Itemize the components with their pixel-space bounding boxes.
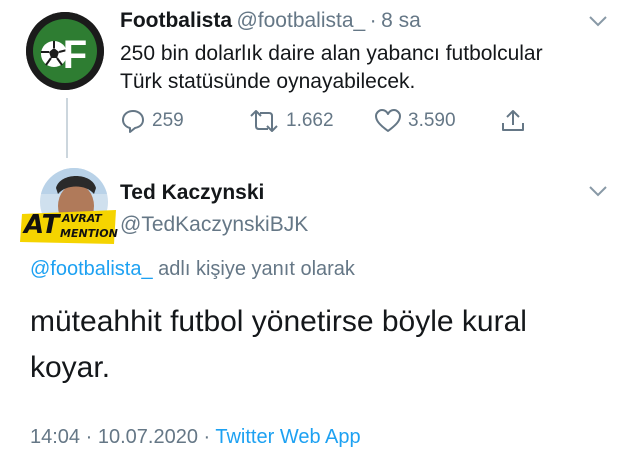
tweet2-time[interactable]: 14:04 <box>30 426 80 448</box>
footbalista-logo: F <box>26 12 104 90</box>
tweet1-author-handle[interactable]: @footbalista_ <box>236 9 365 32</box>
meta-sep-2: · <box>197 426 216 448</box>
tweet1-author-name[interactable]: Footbalista <box>120 9 232 32</box>
tweet1-text: 250 bin dolarlık daire alan yabancı futb… <box>120 40 615 96</box>
meta-sep-1: · <box>80 426 98 448</box>
reply-context: @footbalista_ adlı kişiye yanıt olarak <box>30 258 355 281</box>
tweet2-date[interactable]: 10.07.2020 <box>98 426 198 448</box>
tweet1-time-sep: · <box>369 9 377 32</box>
reply-icon <box>122 110 144 133</box>
tweet1-actions: 259 1.662 3.590 <box>120 108 540 138</box>
ted-kaczynski-avatar[interactable]: AT AVRAT MENTION <box>20 166 118 252</box>
share-icon <box>502 110 524 131</box>
thread-connector-line <box>66 98 68 158</box>
share-button[interactable] <box>500 108 532 134</box>
retweet-button[interactable]: 1.662 <box>248 108 334 134</box>
chevron-down-icon <box>589 186 607 197</box>
reply-count: 259 <box>152 110 184 131</box>
like-button[interactable]: 3.590 <box>374 108 456 134</box>
tweet1-text-line2: Türk statüsünde oynayabilecek. <box>120 70 416 93</box>
tweet2-menu-button[interactable] <box>588 184 608 203</box>
reply-button[interactable]: 259 <box>120 108 184 134</box>
tweet2-text-line1: müteahhit futbol yönetirse böyle kural <box>30 305 527 338</box>
tweet2-author-handle[interactable]: @TedKaczynskiBJK <box>120 213 308 237</box>
tweet1-menu-button[interactable] <box>588 14 608 33</box>
tweet2-text-line2: koyar. <box>30 351 111 384</box>
tweet2-text: müteahhit futbol yönetirse böyle kural k… <box>30 299 605 391</box>
like-count: 3.590 <box>408 110 456 131</box>
retweet-icon <box>250 110 278 132</box>
at-avrat-mention-badge: AT AVRAT MENTION <box>20 210 118 244</box>
chevron-down-icon <box>589 16 607 27</box>
tweet1-timestamp[interactable]: 8 sa <box>381 9 421 32</box>
badge-bottom-text: MENTION <box>60 227 118 240</box>
reply-to-mention-link[interactable]: @footbalista_ <box>30 258 153 280</box>
avatar-letter: F <box>63 33 87 77</box>
retweet-count: 1.662 <box>286 110 334 131</box>
footbalista-avatar[interactable]: F <box>26 12 104 90</box>
badge-main-text: AT <box>24 210 60 240</box>
like-icon <box>375 109 401 132</box>
tweet1-header: Footbalista @footbalista_ · 8 sa <box>120 9 421 33</box>
tweet2-author-name[interactable]: Ted Kaczynski <box>120 181 264 205</box>
tweet2-meta: 14:04 · 10.07.2020 · Twitter Web App <box>30 426 361 449</box>
tweet2-source-app-link[interactable]: Twitter Web App <box>215 426 360 448</box>
badge-top-text: AVRAT <box>62 212 102 225</box>
tweet1-text-line1: 250 bin dolarlık daire alan yabancı futb… <box>120 42 543 65</box>
reply-to-suffix: adlı kişiye yanıt olarak <box>152 258 355 280</box>
